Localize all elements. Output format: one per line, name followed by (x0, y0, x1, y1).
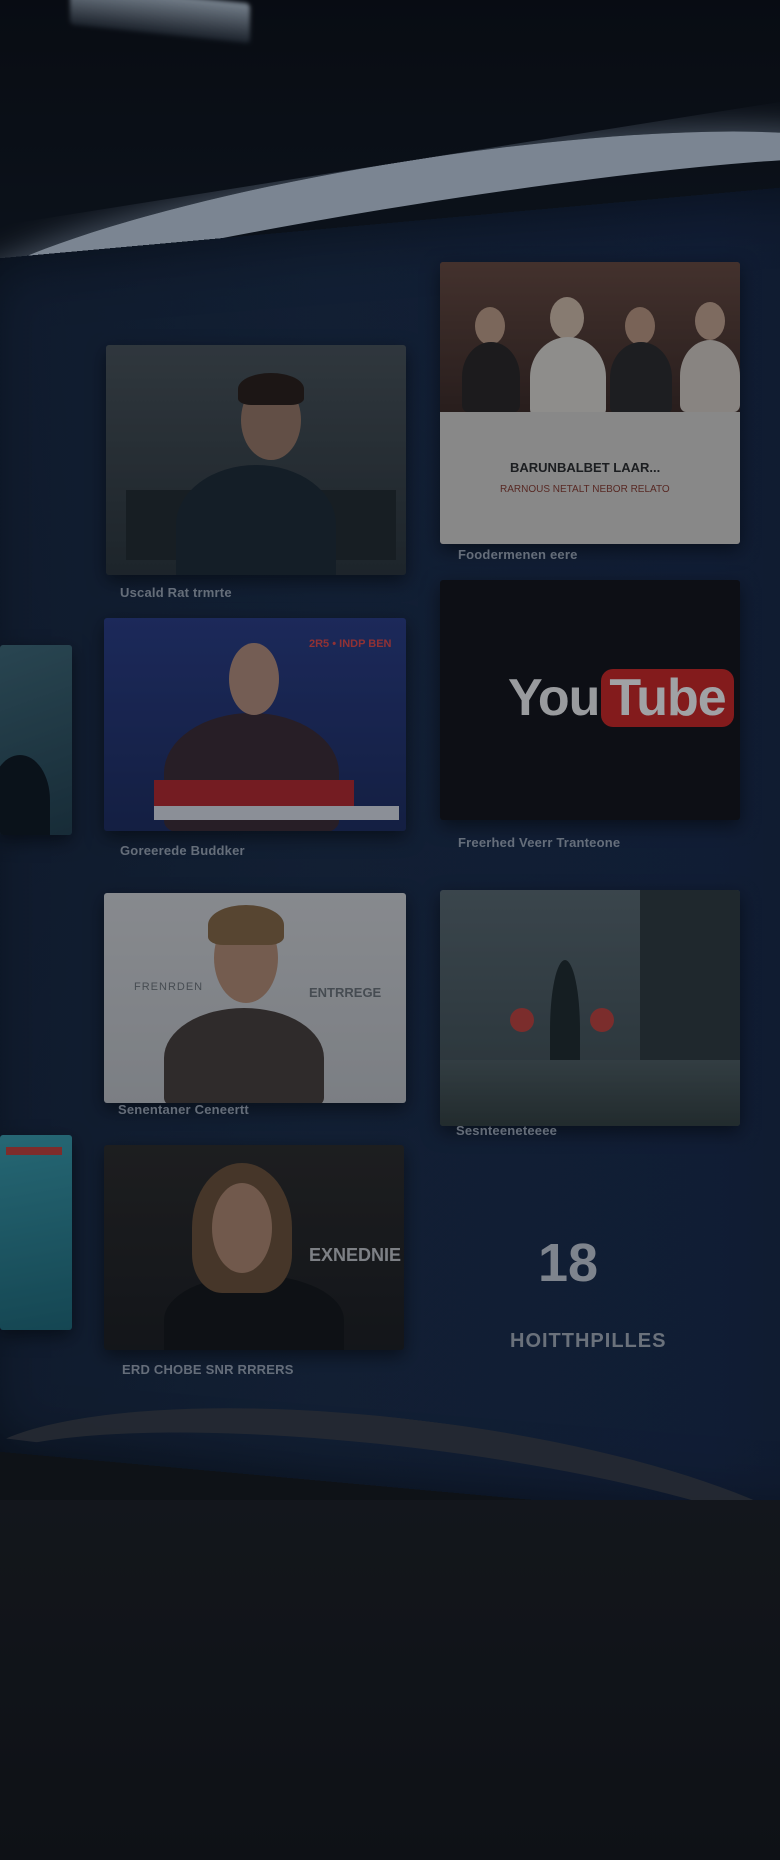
video-tile-rainy-street[interactable] (440, 890, 740, 1126)
tile-caption: Freerhed Veerr Tranteone (458, 835, 621, 850)
partial-tile-left-1[interactable] (0, 645, 72, 835)
red-tag (6, 1147, 62, 1155)
headline-panel (440, 412, 740, 544)
person-2 (550, 297, 584, 339)
tile-caption: ERD CHOBE SNR RRRERS (122, 1362, 294, 1377)
floor (0, 1500, 780, 1860)
buildings (640, 890, 740, 1070)
video-tile-pedro-interview[interactable] (106, 345, 406, 575)
ticker (154, 806, 399, 820)
anchor-head (229, 643, 279, 715)
person-2-body (530, 337, 606, 417)
person-1-body (462, 342, 520, 412)
headline: BARUNBALBET LAAR... (510, 460, 661, 475)
tile-caption: Goreerede Buddker (120, 843, 245, 858)
video-tile-youtube[interactable]: You Tube (440, 580, 740, 820)
silhouette (0, 755, 50, 835)
tile-caption: Uscald Rat trmrte (120, 585, 232, 600)
tile-caption: Foodermenen eere (458, 547, 578, 562)
person-1 (475, 307, 505, 345)
wet-ground (440, 1060, 740, 1126)
partial-tile-left-2[interactable] (0, 1135, 72, 1330)
man-body (164, 1008, 324, 1103)
person-4-body (680, 340, 740, 412)
video-tile-thinking-man[interactable]: FRENRDEN ENTRREGE (104, 893, 406, 1103)
man-head (212, 1183, 272, 1273)
red-umbrella-left (510, 1008, 534, 1032)
red-umbrella-right (590, 1008, 614, 1032)
subline: RARNOUS NETALT NEBOR RELATO (500, 484, 670, 495)
news-banner: 2R5 • INDP BEN (309, 638, 392, 650)
video-tile-group-panel[interactable]: BARUNBALBET LAAR... RARNOUS NETALT NEBOR… (440, 262, 740, 544)
tile-caption: Sesnteeneteeee (456, 1123, 558, 1138)
man-hair (238, 373, 304, 405)
count-number: 18 (538, 1233, 599, 1293)
lower-third (154, 780, 354, 806)
ceiling-light (70, 0, 250, 44)
tile-caption: Senentaner Ceneertt (118, 1102, 249, 1117)
video-tile-long-hair-man[interactable]: EXNEDNIE (104, 1145, 404, 1350)
count-label: HOITTHPILLES (510, 1330, 667, 1352)
person-3 (625, 307, 655, 345)
person-3-body (610, 342, 672, 414)
person-4 (695, 302, 725, 340)
side-text-right: ENTRREGE (309, 985, 382, 1000)
overlay-text: EXNEDNIE (309, 1245, 402, 1265)
youtube-logo: You Tube (508, 668, 734, 728)
video-tile-news-broadcast[interactable]: 2R5 • INDP BEN (104, 618, 406, 831)
video-wall-scene: Uscald Rat trmrte BARUNBALBET LAAR... RA… (0, 0, 780, 1860)
side-text-left: FRENRDEN (134, 981, 204, 993)
man-body (176, 465, 336, 575)
man-hair (208, 905, 284, 945)
